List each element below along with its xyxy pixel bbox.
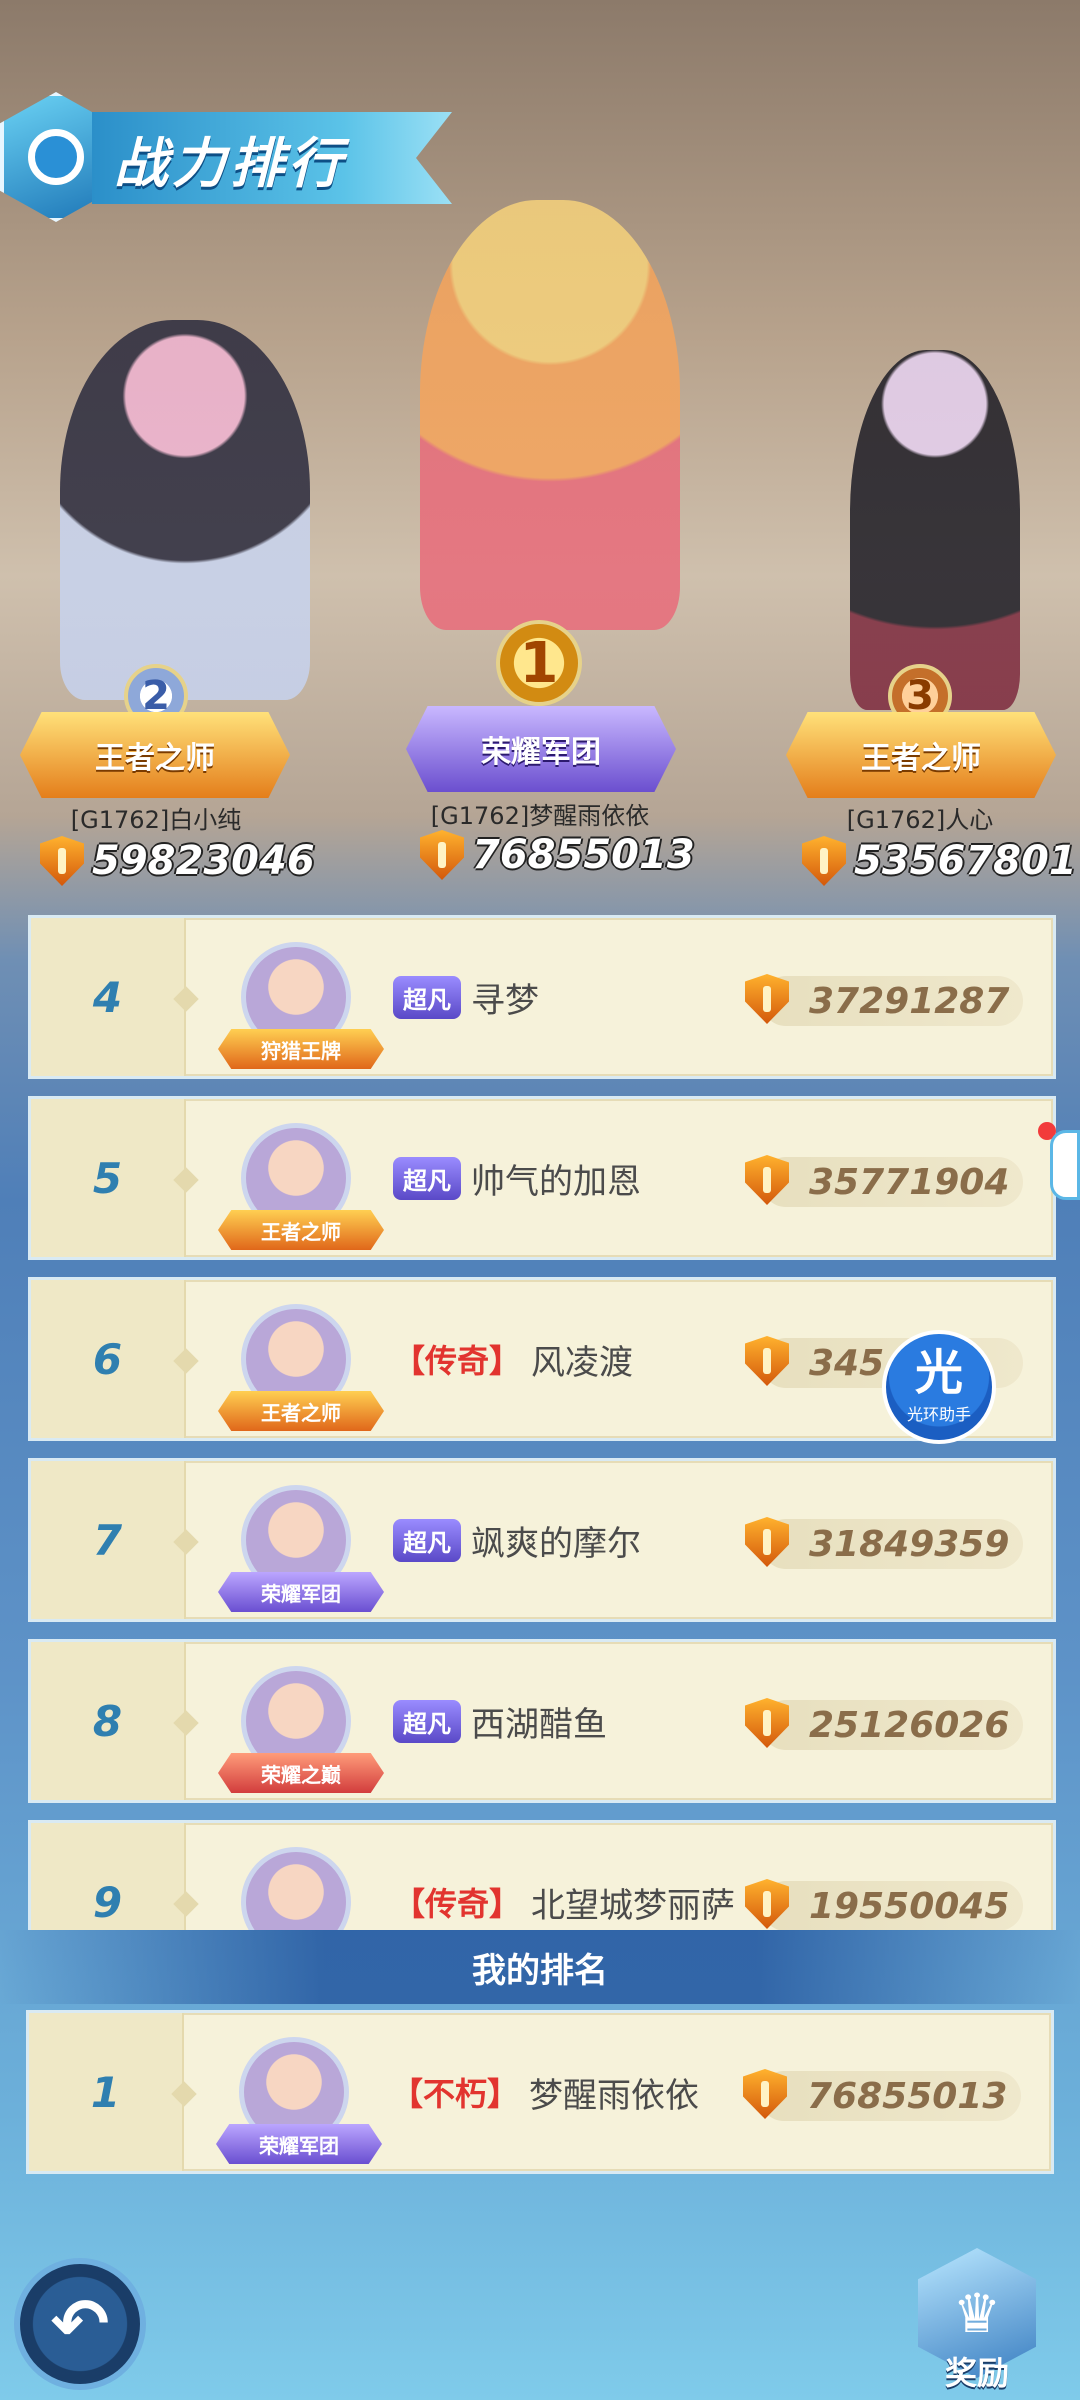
page-title: 战力排行 [114,131,346,195]
player-name: 风凌渡 [531,1342,634,1383]
podium-1-power: 76855013 [420,830,695,880]
assistant-float-button[interactable]: 光 光环助手 [882,1330,996,1444]
back-button[interactable]: ↶ [14,2258,146,2390]
avatar-title-tag: 王者之师 [218,1391,384,1431]
assistant-label: 光环助手 [906,1405,971,1424]
avatar-title-tag: 狩猎王牌 [218,1029,384,1069]
power-pill: 35771904 [745,1155,1023,1207]
title-badge: 超凡 [393,1156,461,1200]
title-badge: 超凡 [393,1699,461,1743]
podium-3-emblem: 王者之师 [786,712,1056,798]
my-rank-row[interactable]: 1 荣耀军团 【不朽】 梦醒雨依依 76855013 [26,2010,1054,2174]
power-shield-icon [40,836,84,886]
avatar-title-tag: 荣耀之巅 [218,1753,384,1793]
player-name: 飒爽的摩尔 [471,1523,641,1564]
player-name: 梦醒雨依依 [529,2075,700,2116]
avatar[interactable]: 王者之师 [218,1304,384,1431]
player-name: 西湖醋鱼 [471,1704,607,1745]
rank-cell: 6 [31,1280,186,1438]
ranking-row[interactable]: 9 【传奇】 北望城梦丽萨 19550045 [28,1820,1056,1930]
avatar[interactable]: 荣耀军团 [216,2037,382,2164]
rank-cell: 1 [29,2013,184,2171]
podium-1-name: [G1762]梦醒雨依依 [430,802,650,830]
power-shield-icon [743,2069,787,2119]
podium-2-emblem: 王者之师 [20,712,290,798]
player-name: 帅气的加恩 [471,1161,641,1202]
avatar[interactable]: 荣耀军团 [218,1485,384,1612]
ranking-row[interactable]: 7 荣耀军团 超凡 飒爽的摩尔 31849359 [28,1458,1056,1622]
my-rank-header: 我的排名 [0,1930,1080,2004]
podium-2-name: [G1762]白小纯 [70,806,242,834]
power-pill: 31849359 [745,1517,1023,1569]
power-pill: 25126026 [745,1698,1023,1750]
title-badge: 超凡 [393,975,461,1019]
podium-character-2[interactable] [60,320,310,700]
power-shield-icon [802,836,846,886]
rank-cell: 4 [31,918,186,1076]
rank-cell: 8 [31,1642,186,1800]
avatar-title-tag: 荣耀军团 [218,1572,384,1612]
title-badge: 超凡 [393,1518,461,1562]
ranking-row[interactable]: 5 王者之师 超凡 帅气的加恩 35771904 [28,1096,1056,1260]
power-shield-icon [745,1698,789,1748]
avatar[interactable]: 王者之师 [218,1123,384,1250]
player-name: 寻梦 [471,980,539,1021]
podium-3-name: [G1762]人心 [846,806,994,834]
avatar-title-tag: 王者之师 [218,1210,384,1250]
title-badge: 【传奇】 [393,1342,522,1380]
power-shield-icon [745,1155,789,1205]
power-pill: 37291287 [745,974,1023,1026]
avatar[interactable]: 狩猎王牌 [218,942,384,1069]
reward-button[interactable]: ♛ 奖励 [912,2248,1042,2394]
assistant-icon: 光 [914,1345,963,1401]
ranking-row[interactable]: 8 荣耀之巅 超凡 西湖醋鱼 25126026 [28,1639,1056,1803]
rank-cell: 5 [31,1099,186,1257]
power-pill: 76855013 [743,2069,1021,2121]
podium-character-3[interactable] [850,350,1020,710]
podium-3-power: 53567801 [802,836,1077,886]
rank-1-medal-icon: 1 [496,620,582,706]
power-pill: 19550045 [745,1879,1023,1930]
player-name: 北望城梦丽萨 [531,1885,736,1926]
my-rank-label: 我的排名 [472,1950,608,1991]
podium-2-power: 59823046 [40,836,315,886]
title-badge: 【不朽】 [391,2075,520,2113]
power-shield-icon [420,830,464,880]
power-shield-icon [745,1879,789,1929]
header-ribbon: 战力排行 [92,112,452,204]
page-header: 战力排行 [0,92,470,222]
power-shield-icon [745,1336,789,1386]
avatar[interactable] [241,1847,351,1930]
title-badge: 【传奇】 [393,1885,522,1923]
avatar[interactable]: 荣耀之巅 [218,1666,384,1793]
rank-cell: 9 [31,1823,186,1930]
side-pull-tab[interactable] [1050,1130,1080,1200]
podium-1-emblem: 荣耀军团 [406,706,676,792]
rank-cell: 7 [31,1461,186,1619]
power-shield-icon [745,1517,789,1567]
podium-character-1[interactable] [420,200,680,630]
power-shield-icon [745,974,789,1024]
avatar-title-tag: 荣耀军团 [216,2124,382,2164]
back-arrow-icon: ↶ [50,2283,110,2365]
reward-label: 奖励 [944,2354,1009,2392]
ranking-row[interactable]: 4 狩猎王牌 超凡 寻梦 37291287 [28,915,1056,1079]
